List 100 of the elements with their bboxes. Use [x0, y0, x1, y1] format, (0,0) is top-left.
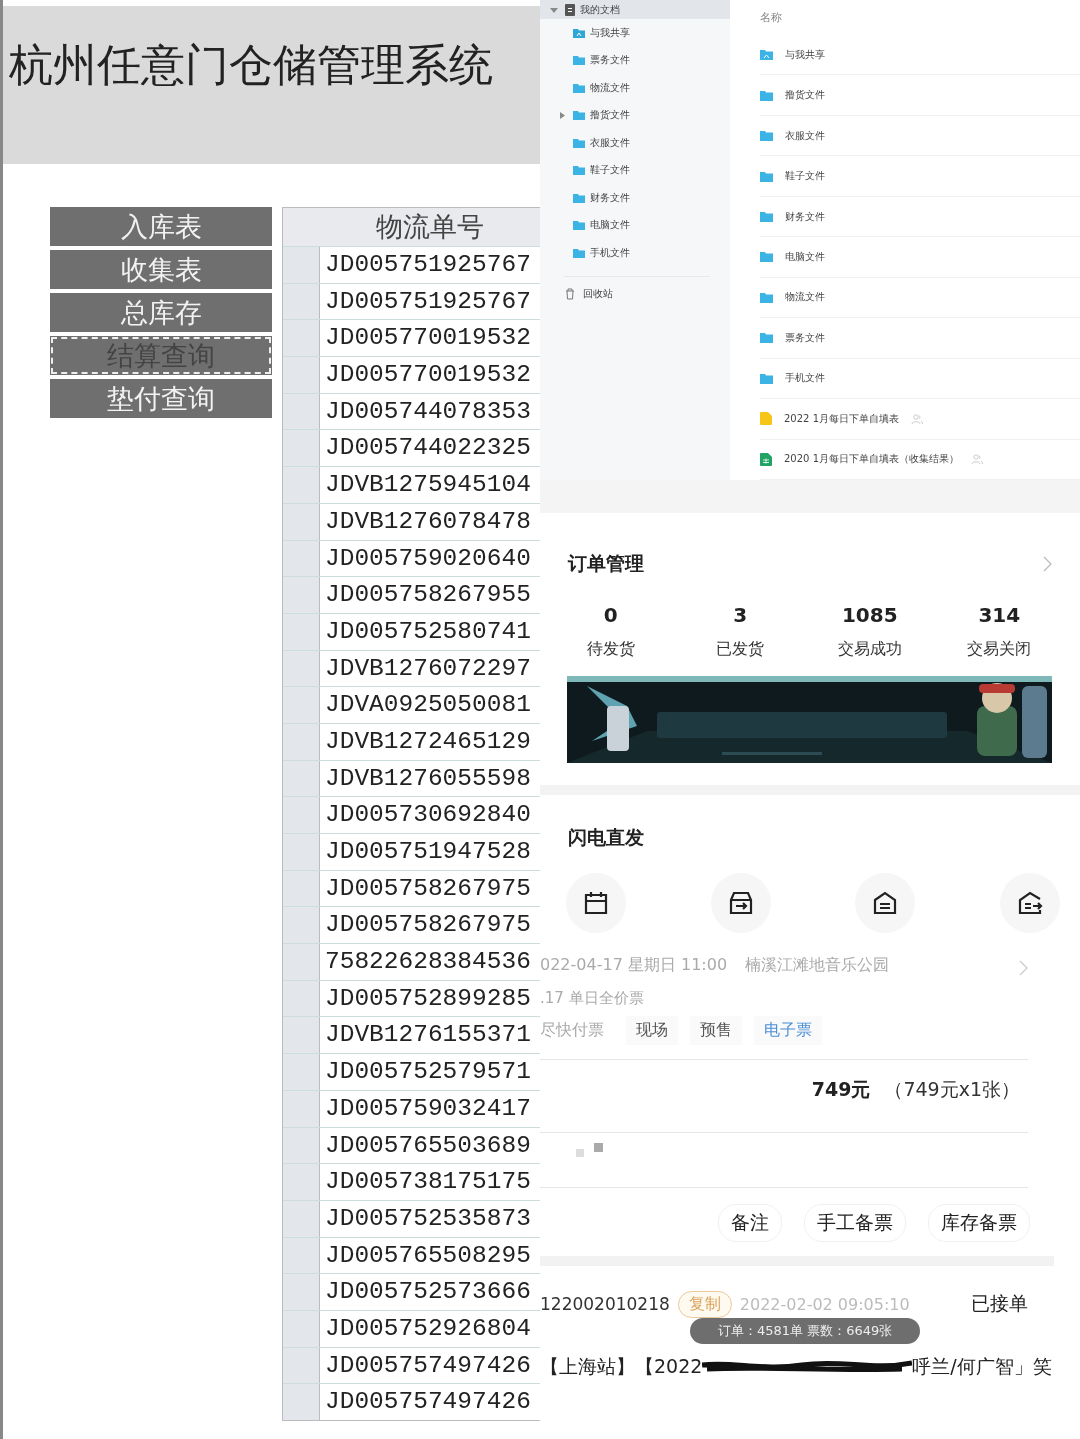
- event-time: 022-04-17 星期日 11:00: [540, 954, 728, 976]
- table-cell: JD005765508295: [320, 1237, 540, 1274]
- folder-icon: [760, 291, 773, 303]
- recycle-bin-item[interactable]: 回收站: [540, 276, 730, 301]
- chevron-right-icon[interactable]: [1019, 960, 1028, 976]
- action-button[interactable]: 手工备票: [804, 1204, 906, 1242]
- action-button[interactable]: 备注: [718, 1204, 782, 1242]
- tree-item[interactable]: 票务文件: [540, 46, 730, 74]
- table-cell: JD005770019532: [320, 320, 540, 357]
- folder-icon: [573, 110, 585, 121]
- tree-item[interactable]: 衣服文件: [540, 129, 730, 157]
- stat-label[interactable]: 交易关闭: [967, 639, 1032, 660]
- file-row[interactable]: 衣服文件: [760, 115, 1080, 157]
- stat-value[interactable]: 3: [733, 603, 748, 627]
- table-cell: JD005744022325: [320, 430, 540, 467]
- row-selector[interactable]: [283, 283, 320, 320]
- tree-item[interactable]: 财务文件: [540, 184, 730, 212]
- tree-item[interactable]: 手机文件: [540, 239, 730, 267]
- row-selector[interactable]: [283, 834, 320, 870]
- file-row[interactable]: 2020 1月每日下单自填表（收集结果）: [760, 439, 1080, 480]
- tree-item[interactable]: 电脑文件: [540, 211, 730, 239]
- file-row[interactable]: 撸货文件: [760, 75, 1080, 116]
- row-selector[interactable]: [283, 320, 320, 357]
- box-icon: [727, 890, 754, 916]
- row-selector[interactable]: [283, 723, 320, 760]
- row-selector[interactable]: [283, 430, 320, 467]
- table-cell: JD005752580741: [320, 613, 540, 650]
- table-cell: JDVB1276078478: [320, 503, 540, 540]
- pixelated-mark: [576, 1143, 606, 1159]
- row-selector[interactable]: [283, 1090, 320, 1127]
- row-selector[interactable]: [283, 980, 320, 1017]
- stat-label[interactable]: 已发货: [716, 639, 765, 660]
- row-selector[interactable]: [283, 870, 320, 907]
- tree-item[interactable]: 与我共享: [540, 19, 730, 47]
- row-selector[interactable]: [283, 467, 320, 503]
- spreadsheet-icon: [760, 452, 772, 466]
- section-title: 订单管理: [568, 551, 644, 576]
- row-selector[interactable]: [283, 944, 320, 980]
- stat-label[interactable]: 待发货: [586, 639, 635, 660]
- file-row[interactable]: 电脑文件: [760, 237, 1080, 278]
- file-row[interactable]: 手机文件: [760, 358, 1080, 400]
- file-row[interactable]: 票务文件: [760, 318, 1080, 359]
- action-button[interactable]: 库存备票: [928, 1204, 1030, 1242]
- row-selector[interactable]: [283, 1164, 320, 1200]
- row-selector[interactable]: [283, 1054, 320, 1090]
- document-icon: [760, 412, 772, 426]
- table-cell: JDVB1275945104: [320, 467, 540, 503]
- order-time: 2022-02-02 09:05:10: [739, 1294, 910, 1314]
- nav-button[interactable]: 总库存: [50, 293, 272, 332]
- row-selector[interactable]: [283, 1237, 320, 1274]
- nav-button[interactable]: 入库表: [50, 207, 272, 246]
- row-selector[interactable]: [283, 540, 320, 577]
- file-row[interactable]: 鞋子文件: [760, 156, 1080, 197]
- caret-icon[interactable]: [550, 5, 558, 14]
- stat-value[interactable]: 314: [978, 603, 1021, 627]
- row-selector[interactable]: [283, 907, 320, 944]
- table-cell: JDVB1272465129: [320, 723, 540, 760]
- row-selector[interactable]: [283, 760, 320, 797]
- tree-item[interactable]: 物流文件: [540, 74, 730, 102]
- trash-icon: [565, 287, 575, 300]
- row-selector[interactable]: [283, 1127, 320, 1164]
- folder-icon: [573, 55, 585, 66]
- row-selector[interactable]: [283, 577, 320, 613]
- order-title: 【上海站】【2022: [540, 1354, 703, 1379]
- file-row[interactable]: 物流文件: [760, 277, 1080, 319]
- column-header[interactable]: 名称: [760, 0, 1080, 35]
- nav-button[interactable]: 收集表: [50, 250, 272, 289]
- file-row[interactable]: 财务文件: [760, 196, 1080, 238]
- stat-value[interactable]: 1085: [841, 603, 898, 627]
- row-selector[interactable]: [283, 797, 320, 833]
- table-cell: JD005752535873: [320, 1200, 540, 1237]
- folder-icon: [573, 137, 585, 148]
- tree-item[interactable]: 我的文档: [540, 0, 730, 19]
- table-cell: JDVB1276072297: [320, 650, 540, 687]
- caret-icon[interactable]: [560, 111, 566, 119]
- row-selector[interactable]: [283, 1274, 320, 1310]
- row-selector[interactable]: [283, 1310, 320, 1347]
- row-selector[interactable]: [283, 687, 320, 723]
- row-selector[interactable]: [283, 1384, 320, 1420]
- tree-item[interactable]: 撸货文件: [540, 101, 730, 129]
- row-selector[interactable]: [283, 1017, 320, 1054]
- file-row[interactable]: 与我共享: [760, 35, 1080, 76]
- tree-item[interactable]: 鞋子文件: [540, 156, 730, 184]
- house-icon: [872, 890, 899, 916]
- row-selector[interactable]: [283, 503, 320, 540]
- column-header[interactable]: 物流单号: [320, 209, 540, 245]
- nav-button[interactable]: 垫付查询: [50, 379, 272, 418]
- row-selector[interactable]: [283, 247, 320, 283]
- file-row[interactable]: 2022 1月每日下单自填表: [760, 399, 1080, 440]
- row-selector[interactable]: [283, 650, 320, 687]
- row-selector[interactable]: [283, 1200, 320, 1237]
- stat-label[interactable]: 交易成功: [837, 639, 902, 660]
- folder-icon: [760, 251, 773, 263]
- chevron-right-icon[interactable]: [1043, 556, 1052, 572]
- stat-value[interactable]: 0: [603, 603, 618, 627]
- table-cell: JD005757497426: [320, 1384, 540, 1420]
- row-selector[interactable]: [283, 393, 320, 430]
- row-selector[interactable]: [283, 1347, 320, 1384]
- row-selector[interactable]: [283, 357, 320, 393]
- row-selector[interactable]: [283, 613, 320, 650]
